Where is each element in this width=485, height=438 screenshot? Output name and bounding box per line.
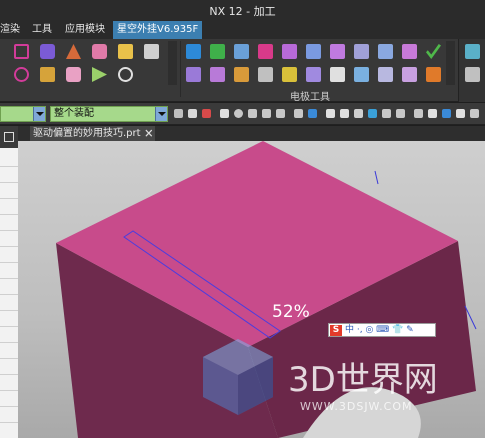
tool-icon[interactable] [210,44,225,59]
document-tab-strip: 驱动偏置的妙用技巧.prt 🗙 [18,126,485,141]
tool-icon[interactable] [118,44,133,59]
tool-icon[interactable] [354,67,369,82]
tool-icon[interactable] [186,44,201,59]
tool-icon[interactable] [258,67,273,82]
close-icon[interactable]: 🗙 [145,126,153,141]
ime-status[interactable]: 中 ·, ◎ ⌨ 👕 ✎ [345,324,414,337]
tool-icon[interactable] [144,44,159,59]
type-filter-combo[interactable] [0,106,46,122]
tab-document[interactable]: 驱动偏置的妙用技巧.prt 🗙 [30,126,155,141]
snap-icon[interactable] [456,109,465,118]
ribbon: 电极工具 [0,39,485,103]
ribbon-group-label: 电极工具 [290,92,330,103]
sogou-icon[interactable]: S [330,325,342,336]
snap-icon[interactable] [326,109,335,118]
snap-icon[interactable] [188,109,197,118]
scope-combo[interactable]: 整个装配 [50,106,168,122]
tool-icon[interactable] [354,44,369,59]
tool-icon[interactable] [378,67,393,82]
chevron-down-icon[interactable] [155,107,167,121]
snap-icon[interactable] [262,109,271,118]
ribbon-scroll[interactable] [446,41,455,85]
snap-icon[interactable] [442,109,451,118]
snap-icon[interactable] [414,109,423,118]
snap-icon[interactable] [202,109,211,118]
tool-icon[interactable] [66,67,81,82]
snap-icon[interactable] [428,109,437,118]
maximize-icon[interactable] [4,132,14,142]
tool-icon[interactable] [14,67,29,82]
menu-render[interactable]: 渲染 [0,22,20,38]
snap-icon[interactable] [220,109,229,118]
snap-icon[interactable] [234,109,243,118]
tool-icon[interactable] [306,44,321,59]
tool-icon[interactable] [402,67,417,82]
tool-icon[interactable] [234,67,249,82]
title-bar: NX 12 - 加工 [0,0,485,20]
snap-icon[interactable] [174,109,183,118]
watermark-url: WWW.3DSJW.COM [300,400,413,413]
tab-document-label: 驱动偏置的妙用技巧.prt [33,128,141,139]
snap-icon[interactable] [340,109,349,118]
tool-icon[interactable] [210,67,225,82]
tool-icon[interactable] [258,44,273,59]
menu-xingkong-plugin[interactable]: 星空外挂V6.935F [113,21,203,39]
tool-icon[interactable] [330,67,345,82]
ribbon-side-panel [458,39,485,102]
tool-icon[interactable] [66,44,81,59]
menu-bar: 渲染 工具 应用模块 星空外挂V6.935F [0,20,485,39]
snap-icon[interactable] [354,109,363,118]
tool-icon[interactable] [306,67,321,82]
menu-tools[interactable]: 工具 [32,22,52,38]
selection-toolbar: 整个装配 [0,103,485,125]
navigator-header [0,126,18,148]
tool-icon[interactable] [378,44,393,59]
snap-icon[interactable] [248,109,257,118]
scope-value: 整个装配 [54,108,94,119]
tool-icon[interactable] [465,44,480,59]
snap-icon[interactable] [294,109,303,118]
tool-icon[interactable] [14,44,29,59]
menu-applications[interactable]: 应用模块 [65,22,105,38]
circle-icon[interactable] [118,67,133,82]
progress-percent: 52% [272,302,310,322]
snap-icon[interactable] [396,109,405,118]
snap-icon[interactable] [308,109,317,118]
tool-icon[interactable] [282,44,297,59]
snap-icon[interactable] [276,109,285,118]
cam-icon[interactable] [426,67,441,82]
tool-icon[interactable] [40,44,55,59]
tool-icon[interactable] [92,44,107,59]
tool-icon[interactable] [402,44,417,59]
watermark-brand: 3D世界网 [288,360,438,400]
tool-icon[interactable] [40,67,55,82]
tool-icon[interactable] [186,67,201,82]
tool-icon[interactable] [92,67,107,82]
tool-icon[interactable] [465,67,480,82]
snap-icon[interactable] [382,109,391,118]
tool-icon[interactable] [234,44,249,59]
navigator-panel [0,126,18,438]
tool-icon[interactable] [330,44,345,59]
chevron-down-icon[interactable] [33,107,45,121]
ime-toolbar[interactable]: S 中 ·, ◎ ⌨ 👕 ✎ [328,323,436,337]
tool-icon[interactable] [282,67,297,82]
snap-icon[interactable] [368,109,377,118]
check-icon[interactable] [426,44,441,59]
window-title: NX 12 - 加工 [209,5,276,18]
snap-icon[interactable] [470,109,479,118]
ribbon-scroll[interactable] [168,41,177,85]
